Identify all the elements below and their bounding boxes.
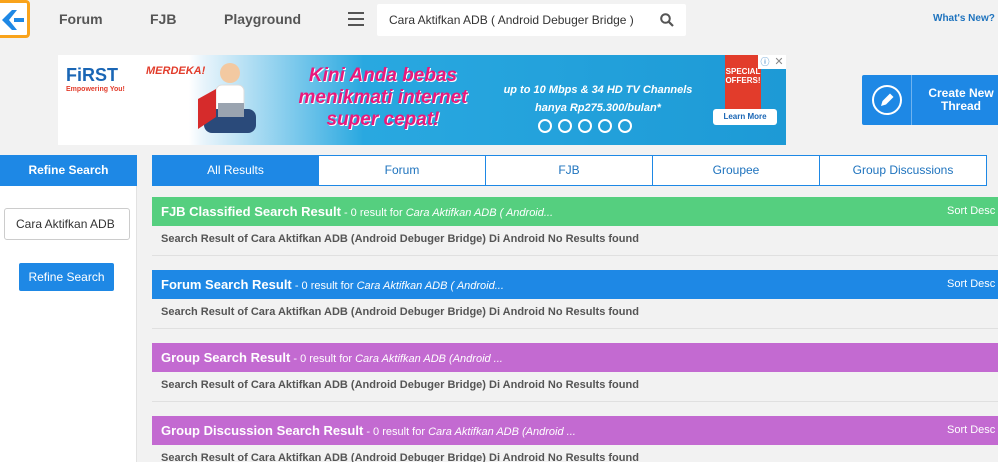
pencil-icon (872, 85, 902, 115)
section-title: Forum Search Result (161, 277, 292, 292)
result-tabs: All Results Forum FJB Groupee Group Disc… (152, 155, 998, 186)
create-thread-icon-box (862, 75, 912, 125)
no-results-text: Search Result of Cara Aktifkan ADB (Andr… (161, 233, 639, 245)
banner-channel-logos (538, 119, 658, 133)
nav-playground-link[interactable]: Playground (224, 11, 301, 27)
hamburger-menu-icon[interactable] (348, 12, 364, 26)
sort-desc-link[interactable]: Sort Desc (947, 205, 995, 217)
tab-all-results[interactable]: All Results (152, 155, 319, 186)
ad-info-icon[interactable]: ⓘ (758, 55, 772, 69)
refine-search-panel: Refine Search (0, 186, 137, 462)
tab-groupee[interactable]: Groupee (653, 155, 820, 186)
banner-person-image (198, 63, 256, 133)
refine-search-header: Refine Search (0, 155, 137, 186)
sort-desc-link[interactable]: Sort Desc (947, 424, 995, 436)
kaskus-logo[interactable] (0, 0, 30, 38)
no-results-text: Search Result of Cara Aktifkan ADB (Andr… (161, 306, 639, 318)
group-result-body: Search Result of Cara Aktifkan ADB (Andr… (152, 372, 998, 402)
banner-brand-logo: FiRST Empowering You! (66, 65, 125, 93)
group-discussion-result-body: Search Result of Cara Aktifkan ADB (Andr… (152, 445, 998, 462)
tab-group-discussions[interactable]: Group Discussions (820, 155, 987, 186)
section-title: Group Search Result (161, 350, 291, 365)
create-new-thread-button[interactable]: Create New Thread (862, 75, 998, 125)
tab-forum[interactable]: Forum (319, 155, 486, 186)
search-input[interactable]: Cara Aktifkan ADB ( Android Debuger Brid… (377, 4, 686, 36)
section-title: FJB Classified Search Result (161, 204, 341, 219)
tab-fjb[interactable]: FJB (486, 155, 653, 186)
banner-merdeka-text: MERDEKA! (146, 65, 206, 77)
no-results-text: Search Result of Cara Aktifkan ADB (Andr… (161, 379, 639, 391)
search-input-value: Cara Aktifkan ADB ( Android Debuger Brid… (389, 13, 634, 27)
banner-learn-more-button[interactable]: Learn More (713, 109, 777, 125)
section-title: Group Discussion Search Result (161, 423, 364, 438)
group-discussion-result-header: Group Discussion Search Result - 0 resul… (152, 416, 998, 445)
nav-forum-link[interactable]: Forum (59, 11, 103, 27)
create-thread-label: Create New Thread (928, 86, 994, 113)
top-navbar: Forum FJB Playground Cara Aktifkan ADB (… (0, 0, 998, 40)
banner-headline: Kini Anda bebas menikmati internet super… (298, 65, 468, 130)
refine-search-input[interactable] (4, 208, 130, 240)
no-results-text: Search Result of Cara Aktifkan ADB (Andr… (161, 452, 639, 462)
sort-desc-link[interactable]: Sort Desc (947, 278, 995, 290)
ad-close-icon[interactable]: ✕ (772, 55, 786, 69)
banner-special-offers-badge: SPECIAL OFFERS! (725, 55, 761, 111)
ad-banner[interactable]: FiRST Empowering You! MERDEKA! Kini Anda… (58, 55, 786, 145)
nav-fjb-link[interactable]: FJB (150, 11, 176, 27)
forum-result-header: Forum Search Result - 0 result for Cara … (152, 270, 998, 299)
fjb-result-body: Search Result of Cara Aktifkan ADB (Andr… (152, 226, 998, 256)
forum-result-body: Search Result of Cara Aktifkan ADB (Andr… (152, 299, 998, 329)
search-icon[interactable] (660, 13, 674, 27)
kaskus-k-icon (2, 10, 24, 30)
banner-offer-text: up to 10 Mbps & 34 HD TV Channels hanya … (503, 84, 693, 114)
refine-search-button[interactable]: Refine Search (19, 263, 114, 291)
whats-new-link[interactable]: What's New? (933, 13, 995, 24)
group-result-header: Group Search Result - 0 result for Cara … (152, 343, 998, 372)
fjb-result-header: FJB Classified Search Result - 0 result … (152, 197, 998, 226)
